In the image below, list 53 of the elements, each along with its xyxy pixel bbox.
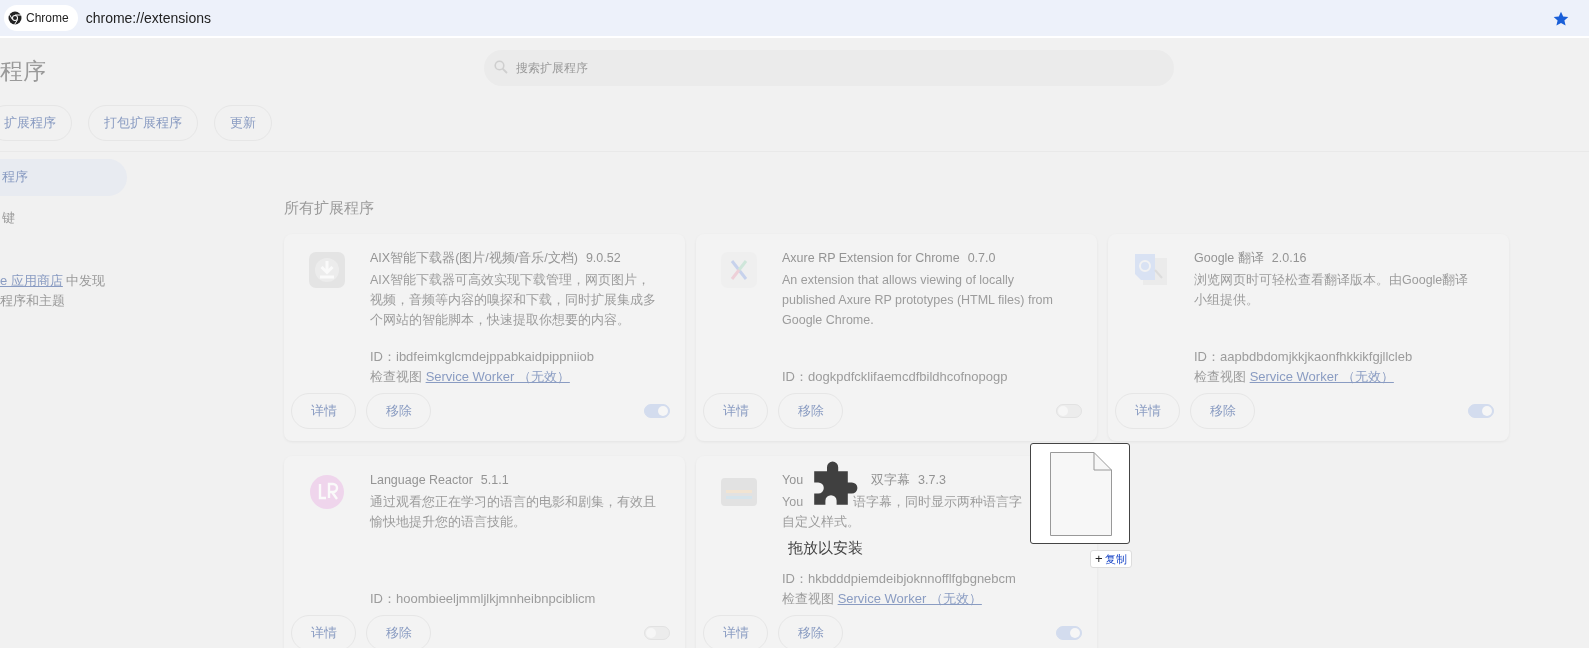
section-title: 所有扩展程序 xyxy=(284,197,375,218)
translate-icon xyxy=(1133,252,1169,288)
description-text: You xyxy=(782,493,804,511)
extension-id: ID：hkbdddpiemdeibjoknnofflfgbgnebcm xyxy=(782,570,1017,588)
sidebar-item[interactable]: 程序 xyxy=(0,158,127,196)
extension-name: Axure RP Extension for Chrome xyxy=(782,250,960,267)
description-text: AIX智能下载器可高效实现下载管理，网页图片， xyxy=(370,271,651,289)
extension-id: ID：ibdfeimkglcmdejppabkaidpippniiob xyxy=(370,348,595,366)
description-text: Google Chrome. xyxy=(782,311,874,329)
description-text: 语字幕，同时显示两种语言字 xyxy=(853,493,1023,511)
page-title: 程序 xyxy=(0,57,47,86)
description-text: 自定义样式。 xyxy=(782,513,860,531)
extension-id: ID：hoombieeljmmljlkjmnheibnpciblicm xyxy=(370,590,597,608)
inspect-label: 检查视图 xyxy=(782,591,834,606)
extension-id: ID：dogkpdfcklifaemcdfbildhcofnopogp xyxy=(782,368,1009,386)
extension-name: You xyxy=(782,472,804,489)
bookmark-star-icon[interactable] xyxy=(1553,10,1569,27)
inspect-label: 检查视图 xyxy=(370,369,422,384)
description-text: 个网站的智能脚本，快速提取你想要的内容。 xyxy=(370,311,630,329)
extension-name: Google 翻译 xyxy=(1194,250,1264,267)
extension-name: AIX智能下载器(图片/视频/音乐/文档) xyxy=(370,250,578,267)
drop-label: 拖放以安装 xyxy=(788,538,863,558)
extension-name: Language Reactor xyxy=(370,472,473,489)
document-icon xyxy=(1050,452,1112,536)
description-text: 浏览网页时可轻松查看翻译版本。由Google翻译 xyxy=(1194,271,1469,289)
enable-toggle[interactable] xyxy=(1468,404,1494,418)
extension-id: ID：aapbdbdomjkkjkaonfhkkikfgjllcleb xyxy=(1194,348,1414,366)
version-text: 2.0.16 xyxy=(1271,250,1307,267)
enable-toggle[interactable] xyxy=(644,404,670,418)
version-text: 9.0.52 xyxy=(585,250,621,267)
description-text: published Axure RP prototypes (HTML files) from xyxy=(782,291,1053,309)
chrome-chip[interactable]: Chrome xyxy=(4,5,78,31)
description-text: An extension that allows viewing of locally xyxy=(782,271,1015,289)
url-text[interactable]: chrome://extensions xyxy=(85,7,211,29)
service-worker-link[interactable]: Service Worker （无效） xyxy=(425,369,570,384)
version-text: 5.1.1 xyxy=(480,472,509,489)
version-text: 3.7.3 xyxy=(918,472,946,489)
chrome-logo-icon xyxy=(8,11,22,25)
sidebar-item[interactable]: 键 xyxy=(0,199,127,237)
store-link[interactable]: e 应用商店 xyxy=(0,272,63,288)
service-worker-link[interactable]: Service Worker （无效） xyxy=(1249,369,1394,384)
enable-toggle[interactable] xyxy=(1056,626,1082,640)
description-text: 愉快地提升您的语言技能。 xyxy=(370,513,526,531)
store-text: e 应用商店 中发现 程序和主题 xyxy=(0,271,107,310)
description-text: 通过观看您正在学习的语言的电影和剧集，有效且 xyxy=(370,493,656,511)
version-text: 0.7.0 xyxy=(967,250,996,267)
service-worker-link[interactable]: Service Worker （无效） xyxy=(837,591,982,606)
description-text: 视频，音频等内容的嗅探和下载，同时扩展集成多 xyxy=(370,291,656,309)
inspect-label: 检查视图 xyxy=(1194,369,1246,384)
lr-logo-icon xyxy=(309,474,345,510)
extension-name: 双字幕 xyxy=(871,472,911,489)
description-text: 小组提供。 xyxy=(1194,291,1259,309)
copy-badge: +复制 xyxy=(1090,550,1132,568)
